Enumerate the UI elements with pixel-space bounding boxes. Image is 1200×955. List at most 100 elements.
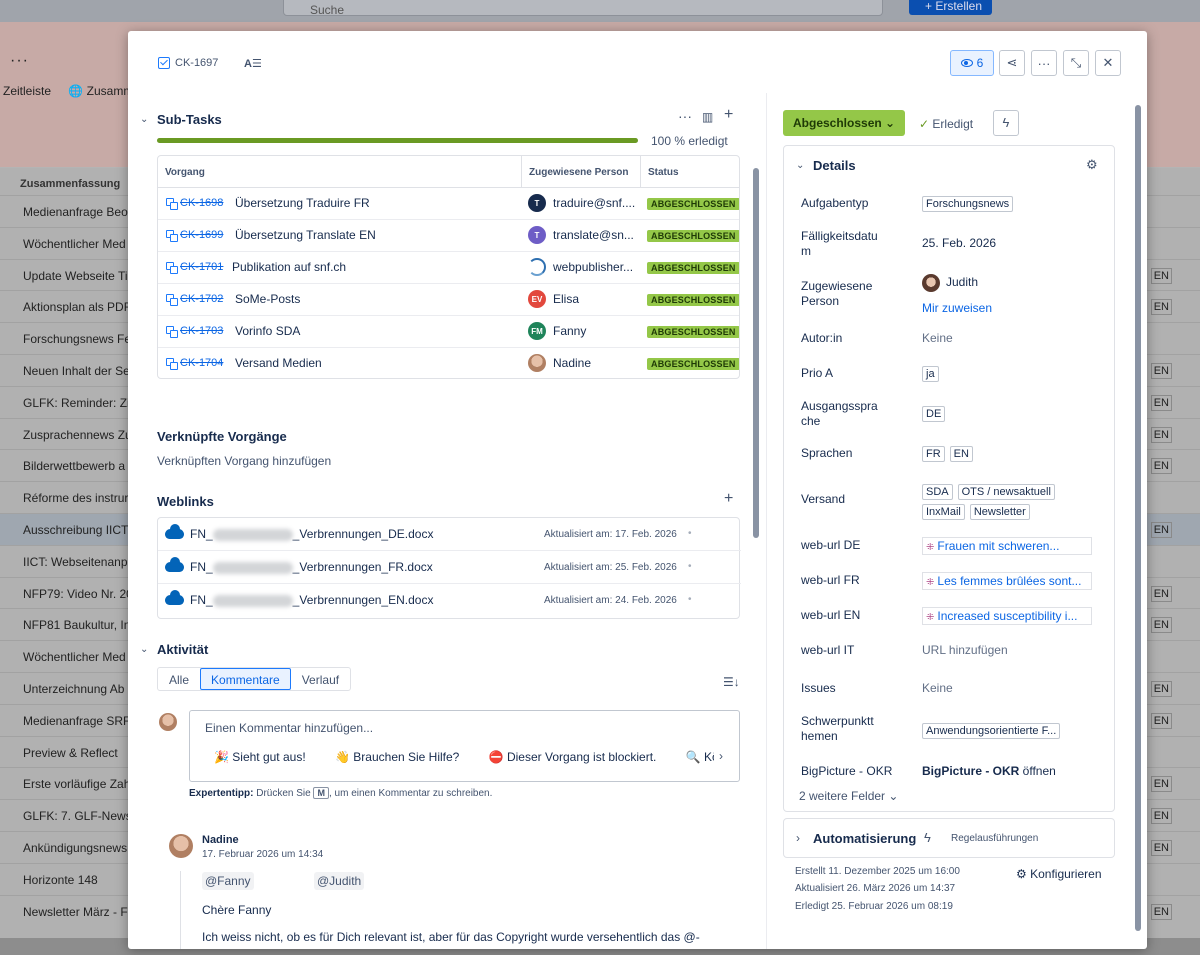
weblinks-add-icon[interactable]: + [724, 490, 733, 508]
subtask-assignee[interactable]: webpublisher... [553, 260, 638, 274]
field-url-en[interactable]: ⁜ Increased susceptibility i... [922, 607, 1092, 625]
subtask-key[interactable]: CK-1703 [180, 325, 223, 337]
share-button[interactable]: ⋖ [999, 50, 1025, 76]
mention-fanny[interactable]: @Fanny [202, 872, 254, 890]
chevron-down-icon[interactable]: ⌄ [796, 160, 804, 171]
tab-kommentare[interactable]: Kommentare [200, 668, 291, 690]
chevron-right-icon[interactable]: › [796, 831, 800, 845]
field-url-fr[interactable]: ⁜ Les femmes brûlées sont... [922, 572, 1092, 590]
chevron-right-icon[interactable]: › [719, 749, 723, 763]
configure-button[interactable]: ⚙ Konfigurieren [1016, 867, 1102, 881]
quick-reply-button[interactable]: 🔍 Kön [686, 750, 714, 764]
field-faelligkeit[interactable]: 25. Feb. 2026 [922, 236, 996, 250]
status-badge[interactable]: ABGESCHLOSSEN [647, 294, 739, 306]
subtask-summary[interactable]: Publikation auf snf.ch [232, 260, 346, 274]
subtask-assignee[interactable]: translate@sn... [553, 228, 638, 242]
field-bigpicture[interactable]: BigPicture - OKR öffnen [922, 764, 1056, 778]
subtask-key[interactable]: CK-1698 [180, 197, 223, 209]
automation-panel[interactable]: › Automatisierung ϟ Regelausführungen [783, 818, 1115, 858]
quick-reply-button[interactable]: 🎉 Sieht gut aus! [214, 750, 306, 764]
sidebar-scrollbar[interactable] [1134, 93, 1142, 949]
subtask-summary[interactable]: Übersetzung Translate EN [235, 228, 376, 242]
subtask-row[interactable]: CK-1698 Übersetzung Traduire FR Ttraduire@… [158, 188, 739, 220]
status-button[interactable]: Abgeschlossen ⌄ [783, 110, 906, 136]
subtasks-add-icon[interactable]: + [724, 106, 733, 124]
status-badge[interactable]: ABGESCHLOSSEN [647, 230, 739, 242]
status-badge[interactable]: ABGESCHLOSSEN [647, 358, 739, 370]
background-row-text: IICT: Webseitenanp [23, 554, 128, 569]
subtask-row[interactable]: CK-1699 Übersetzung Translate EN Ttranslat… [158, 220, 739, 252]
field-assignee[interactable]: Judith [922, 274, 978, 292]
subtask-assignee[interactable]: Nadine [553, 356, 638, 370]
weblink-name[interactable]: FN_ _Verbrennungen_FR.docx [190, 560, 433, 574]
field-autor[interactable]: Keine [922, 331, 953, 345]
field-url-it[interactable]: URL hinzufügen [922, 643, 1008, 657]
subtask-row[interactable]: CK-1702 SoMe-Posts EV Elisa ABGESCHLOSSEN [158, 284, 739, 316]
subtask-key[interactable]: CK-1704 [180, 357, 223, 369]
quick-reply-button[interactable]: 👋 Brauchen Sie Hilfe? [335, 750, 459, 764]
comment-input[interactable]: Einen Kommentar hinzufügen... 🎉 Sieht gu… [189, 710, 740, 782]
background-row-tag: EN [1150, 363, 1172, 379]
weblink-name[interactable]: FN_ _Verbrennungen_EN.docx [190, 593, 433, 607]
column-header-status[interactable]: Status [641, 156, 739, 188]
sidebar-scrollbar-thumb[interactable] [1135, 105, 1141, 931]
field-schwerpunkt[interactable]: Anwendungsorientierte F... [922, 723, 1065, 739]
subtask-key[interactable]: CK-1701 [180, 261, 223, 273]
field-issues[interactable]: Keine [922, 681, 953, 695]
watch-button[interactable]: 6 [950, 50, 994, 76]
weblink-item[interactable]: FN_ _Verbrennungen_FR.docx Aktualisiert am… [158, 551, 741, 584]
ai-improve-icon[interactable]: A☰ [244, 57, 262, 70]
weblink-name[interactable]: FN_ _Verbrennungen_DE.docx [190, 527, 433, 541]
subtask-summary[interactable]: Übersetzung Traduire FR [235, 196, 370, 210]
issue-key[interactable]: CK-1697 [158, 57, 218, 69]
status-badge[interactable]: ABGESCHLOSSEN [647, 262, 739, 274]
subtask-assignee[interactable]: traduire@snf.... [553, 196, 638, 210]
field-versand[interactable]: SDA OTS / newsaktuell InxMail Newsletter [922, 481, 1107, 521]
mention-judith[interactable]: @Judith [314, 872, 365, 890]
quick-reply-button[interactable]: ⛔ Dieser Vorgang ist blockiert. [489, 750, 657, 764]
weblink-item[interactable]: FN_ _Verbrennungen_EN.docx Aktualisiert am… [158, 584, 741, 617]
weblink-more-icon[interactable]: • [688, 528, 692, 539]
field-url-de[interactable]: ⁜ Frauen mit schweren... [922, 537, 1092, 555]
link-icon: ⁜ [926, 612, 935, 623]
status-badge[interactable]: ABGESCHLOSSEN [647, 198, 739, 210]
minimize-button[interactable]: ⤡ [1063, 50, 1089, 76]
subtask-summary[interactable]: Vorinfo SDA [235, 324, 300, 338]
automation-button[interactable]: ϟ [993, 110, 1019, 136]
field-ausgangssprache[interactable]: DE [922, 406, 950, 422]
subtask-row[interactable]: CK-1703 Vorinfo SDA FM Fanny ABGESCHLOSSEN [158, 316, 739, 348]
main-scrollbar[interactable] [752, 93, 760, 949]
subtasks-more-icon[interactable]: ··· [678, 108, 692, 124]
subtask-assignee[interactable]: Elisa [553, 292, 638, 306]
subtask-key[interactable]: CK-1702 [180, 293, 223, 305]
field-prio[interactable]: ja [922, 366, 944, 382]
column-header-vorgang[interactable]: Vorgang [158, 156, 522, 188]
sort-icon[interactable]: ☰↓ [723, 675, 740, 689]
weblink-more-icon[interactable]: • [688, 561, 692, 572]
weblink-item[interactable]: FN_ _Verbrennungen_DE.docx Aktualisiert am… [158, 518, 741, 551]
chevron-down-icon[interactable]: ⌄ [140, 644, 148, 655]
main-scrollbar-thumb[interactable] [753, 168, 759, 538]
field-sprachen[interactable]: FR EN [922, 446, 978, 462]
more-actions-button[interactable]: ··· [1031, 50, 1057, 76]
tab-verlauf[interactable]: Verlauf [291, 668, 350, 690]
subtask-summary[interactable]: Versand Medien [235, 356, 322, 370]
subtask-row[interactable]: CK-1704 Versand Medien Nadine ABGESCHLOSSEN [158, 348, 739, 378]
tab-alle[interactable]: Alle [158, 668, 200, 690]
close-button[interactable]: ✕ [1095, 50, 1121, 76]
more-fields-toggle[interactable]: 2 weitere Felder ⌄ [799, 789, 898, 803]
subtask-assignee[interactable]: Fanny [553, 324, 638, 338]
settings-sliders-icon[interactable]: ⚙ [1086, 157, 1098, 173]
subtasks-columns-icon[interactable]: ▥ [702, 110, 713, 124]
status-badge[interactable]: ABGESCHLOSSEN [647, 326, 739, 338]
column-header-assignee[interactable]: Zugewiesene Person [522, 156, 641, 188]
weblink-more-icon[interactable]: • [688, 594, 692, 605]
subtask-row[interactable]: CK-1701 Publikation auf snf.ch webpublishe… [158, 252, 739, 284]
add-linked-issue-link[interactable]: Verknüpften Vorgang hinzufügen [157, 454, 331, 468]
subtask-summary[interactable]: SoMe-Posts [235, 292, 300, 306]
chevron-down-icon[interactable]: ⌄ [140, 114, 148, 125]
field-aufgabentyp[interactable]: Forschungsnews [922, 196, 1018, 212]
rule-executions[interactable]: Regelausführungen [951, 833, 1038, 844]
subtask-key[interactable]: CK-1699 [180, 229, 223, 241]
assign-to-me-link[interactable]: Mir zuweisen [922, 301, 992, 315]
